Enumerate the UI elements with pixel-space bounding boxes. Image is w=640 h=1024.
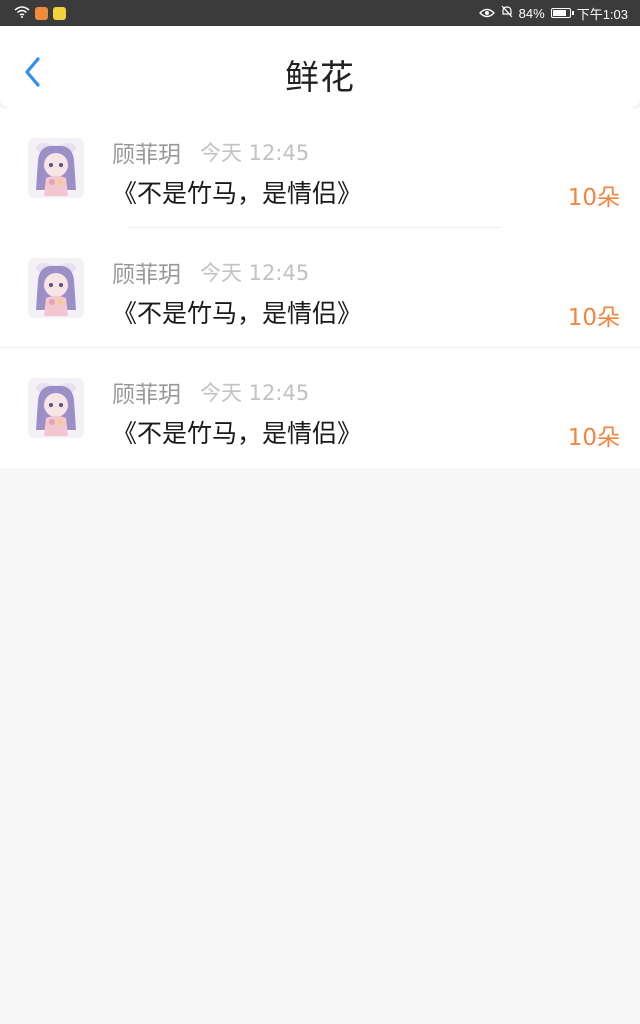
- avatar[interactable]: [28, 258, 84, 318]
- list-item[interactable]: 顾菲玥 今天 12:45 《不是竹马，是情侣》 10朵: [0, 348, 640, 468]
- battery-level-fill: [552, 10, 566, 16]
- book-title: 《不是竹马，是情侣》: [112, 419, 363, 448]
- flower-count: 10朵: [567, 305, 620, 331]
- anime-avatar-icon: [28, 138, 84, 198]
- anime-avatar-icon: [28, 258, 84, 318]
- book-title: 《不是竹马，是情侣》: [112, 299, 363, 328]
- eye-icon: [478, 6, 495, 21]
- page-title: 鲜花: [285, 58, 355, 98]
- list-item[interactable]: 顾菲玥 今天 12:45 《不是竹马，是情侣》 10朵: [0, 108, 640, 228]
- status-bar-right: 84% 下午1:03: [478, 4, 640, 23]
- mute-bell-icon: [501, 5, 513, 21]
- header: 鲜花: [0, 26, 640, 108]
- timestamp: 今天 12:45: [200, 381, 310, 405]
- flower-count: 10朵: [567, 185, 620, 211]
- app-notification-icon: [53, 6, 66, 20]
- status-time: 下午1:03: [576, 6, 628, 22]
- sender-name: 顾菲玥: [112, 382, 181, 408]
- flower-count: 10朵: [567, 425, 620, 451]
- timestamp: 今天 12:45: [200, 141, 310, 165]
- anime-avatar-icon: [28, 378, 84, 438]
- avatar[interactable]: [28, 378, 84, 438]
- timestamp: 今天 12:45: [200, 261, 310, 285]
- wifi-icon: [14, 5, 30, 21]
- battery-percent: 84%: [518, 5, 545, 21]
- sender-name: 顾菲玥: [112, 142, 181, 168]
- avatar[interactable]: [28, 138, 84, 198]
- book-title: 《不是竹马，是情侣》: [112, 179, 363, 208]
- battery-icon: [550, 8, 574, 18]
- flower-gift-list: 顾菲玥 今天 12:45 《不是竹马，是情侣》 10朵 顾菲玥 今天 12:45…: [0, 108, 640, 468]
- status-bar-left: [0, 5, 66, 21]
- list-item[interactable]: 顾菲玥 今天 12:45 《不是竹马，是情侣》 10朵: [0, 228, 640, 348]
- status-bar: 84% 下午1:03: [0, 0, 640, 26]
- app-notification-icon: [35, 6, 48, 20]
- sender-name: 顾菲玥: [112, 262, 181, 288]
